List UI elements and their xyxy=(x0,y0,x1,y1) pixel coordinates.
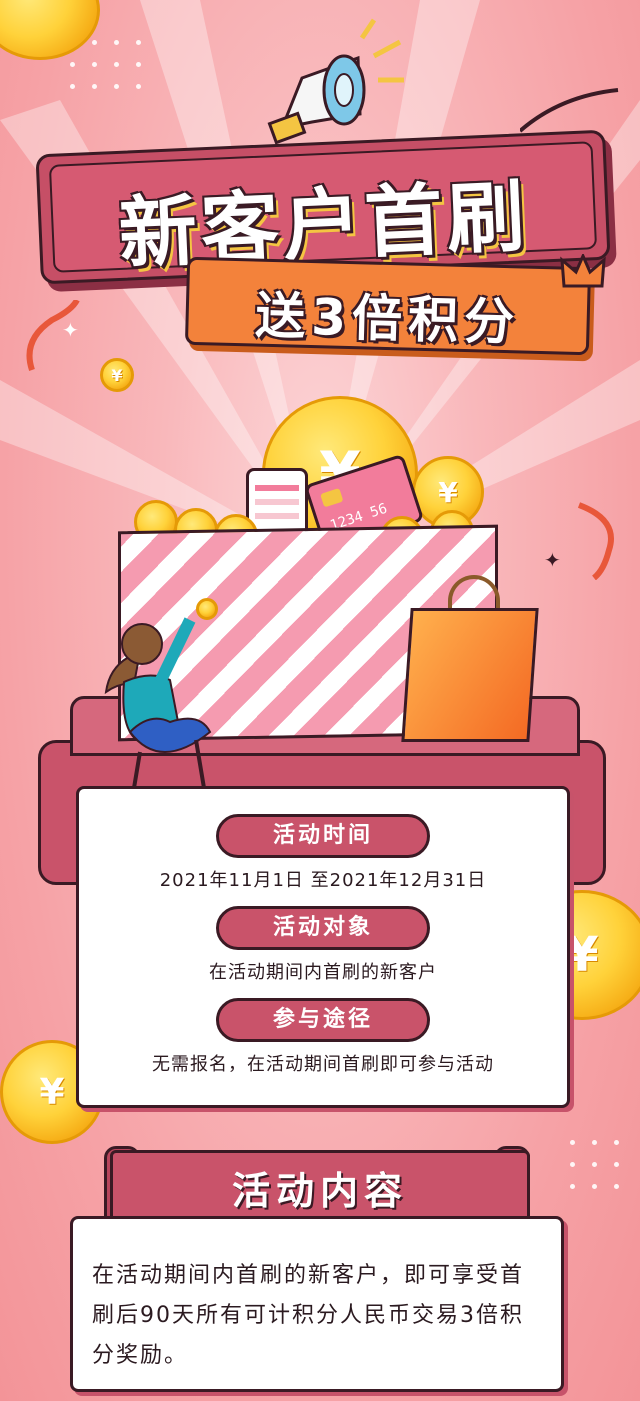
sparkle-icon: ✦ xyxy=(544,548,561,572)
method-label: 参与途径 xyxy=(216,998,430,1042)
dot-grid-top xyxy=(70,40,170,130)
subtitle-banner: 送3倍积分 xyxy=(184,256,592,356)
content-title: 活动内容 xyxy=(231,1169,408,1213)
promo-page: ¥ ¥ ¥ 新客户首刷 送3倍积分 ¥ ¥ xyxy=(0,0,640,1401)
time-value: 2021年11月1日 至2021年12月31日 xyxy=(159,870,487,891)
sparkle-icon: ✦ xyxy=(62,318,79,342)
streamer-top-right-icon xyxy=(520,88,619,133)
streamer-right-icon xyxy=(577,502,614,580)
target-value: 在活动期间内首刷的新客户 xyxy=(209,962,437,983)
subtitle: 送3倍积分 xyxy=(254,286,521,352)
target-label: 活动对象 xyxy=(216,906,430,950)
shopping-bag-icon xyxy=(401,608,539,742)
megaphone-icon xyxy=(267,18,404,145)
content-body: 在活动期间内首刷的新客户，即可享受首刷后90天所有可计积分人民币交易3倍积分奖励… xyxy=(92,1263,525,1368)
method-value: 无需报名，在活动期间首刷即可参与活动 xyxy=(152,1054,494,1075)
crown-icon xyxy=(560,254,606,288)
dot-grid-bottom xyxy=(570,1140,640,1220)
time-label: 活动时间 xyxy=(216,814,430,858)
coin-small-left: ¥ xyxy=(100,358,134,392)
woman-illustration xyxy=(104,617,212,789)
